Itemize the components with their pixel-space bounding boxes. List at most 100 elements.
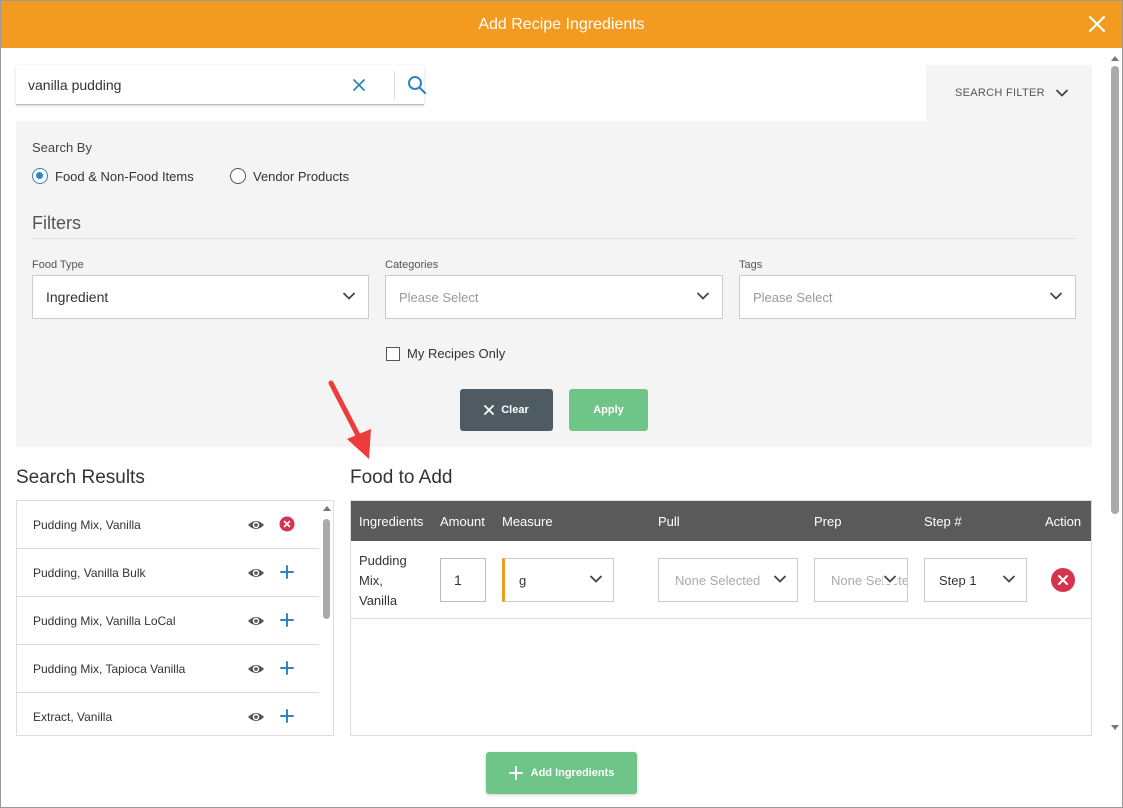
search-by-label: Search By <box>32 140 92 155</box>
categories-label: Categories <box>385 259 439 271</box>
list-item: Pudding Mix, Tapioca Vanilla <box>17 645 319 693</box>
table-header: Ingredients Amount Measure Pull Prep Ste… <box>351 501 1091 541</box>
plus-icon[interactable] <box>279 660 295 676</box>
tags-label: Tags <box>739 259 763 271</box>
dialog-header: Add Recipe Ingredients <box>1 1 1122 48</box>
measure-value: g <box>519 572 527 588</box>
search-box <box>16 65 427 105</box>
radio-selected-icon <box>32 168 48 184</box>
radio-label: Food & Non-Food Items <box>55 168 194 184</box>
result-name: Extract, Vanilla <box>33 709 113 724</box>
chevron-down-icon <box>883 574 897 584</box>
add-recipe-ingredients-dialog: Add Recipe Ingredients SEARCH FILTER Sea… <box>0 0 1123 808</box>
clear-search-icon[interactable] <box>351 77 367 93</box>
plus-icon[interactable] <box>279 612 295 628</box>
scroll-up-icon[interactable] <box>322 504 332 512</box>
chevron-down-icon <box>773 574 787 584</box>
amount-input[interactable] <box>440 558 486 602</box>
dialog-scrollbar-thumb[interactable] <box>1111 66 1119 514</box>
scroll-down-icon[interactable] <box>1108 723 1122 733</box>
clear-button[interactable]: Clear <box>460 389 553 431</box>
categories-placeholder: Please Select <box>399 289 479 305</box>
checkbox-box <box>386 346 400 361</box>
column-header: Ingredients <box>359 514 424 529</box>
ingredient-name: Pudding Mix, Vanilla <box>359 551 429 611</box>
chevron-down-icon <box>342 292 356 300</box>
eye-icon[interactable] <box>247 518 265 532</box>
radio-vendor-products[interactable]: Vendor Products <box>230 168 349 184</box>
clear-button-label: Clear <box>501 404 529 416</box>
list-item: Pudding Mix, Vanilla LoCal <box>17 597 319 645</box>
plus-icon[interactable] <box>279 708 295 724</box>
column-header: Prep <box>814 514 842 529</box>
categories-select[interactable]: Please Select <box>385 275 723 319</box>
list-item: Extract, Vanilla <box>17 693 319 735</box>
table-row: Pudding Mix, Vanilla g None Selected Non… <box>351 541 1091 619</box>
remove-circle-icon[interactable] <box>1051 568 1075 592</box>
step-value: Step 1 <box>939 572 977 588</box>
search-results-heading: Search Results <box>16 467 145 488</box>
add-ingredients-button[interactable]: Add Ingredients <box>486 752 637 794</box>
eye-icon[interactable] <box>247 662 265 676</box>
result-name: Pudding Mix, Vanilla <box>33 517 141 532</box>
chevron-down-icon <box>589 575 603 583</box>
close-icon <box>484 405 495 415</box>
result-name: Pudding Mix, Tapioca Vanilla <box>33 661 186 676</box>
radio-unselected-icon <box>230 168 246 184</box>
ingredient-name-line: Pudding <box>359 553 407 568</box>
food-to-add-table: Ingredients Amount Measure Pull Prep Ste… <box>350 500 1092 736</box>
column-header: Pull <box>658 514 680 529</box>
red-arrow-annotation-icon <box>328 380 371 459</box>
remove-circle-icon[interactable] <box>279 516 295 532</box>
dialog-scrollbar[interactable] <box>1108 53 1122 737</box>
tags-select[interactable]: Please Select <box>739 275 1076 319</box>
my-recipes-only-checkbox[interactable]: My Recipes Only <box>386 346 505 361</box>
ingredient-name-line: Mix, <box>359 573 383 588</box>
food-to-add-heading: Food to Add <box>350 467 453 488</box>
search-results-list: Pudding Mix, Vanilla Pudding, Vanilla Bu… <box>16 500 334 736</box>
dialog-title: Add Recipe Ingredients <box>478 15 645 33</box>
chevron-down-icon <box>696 292 710 300</box>
radio-label: Vendor Products <box>253 168 350 184</box>
close-icon[interactable] <box>1086 13 1108 35</box>
scroll-up-icon[interactable] <box>1108 53 1122 63</box>
pull-placeholder: None Selected <box>675 572 761 588</box>
step-select[interactable]: Step 1 <box>924 558 1027 602</box>
filters-heading: Filters <box>32 213 81 233</box>
measure-select[interactable]: g <box>502 558 614 602</box>
plus-icon <box>508 766 523 780</box>
food-type-select[interactable]: Ingredient <box>32 275 369 319</box>
radio-food-non-food[interactable]: Food & Non-Food Items <box>32 168 194 184</box>
food-type-value: Ingredient <box>46 289 109 305</box>
search-separator <box>394 71 395 99</box>
apply-button[interactable]: Apply <box>569 389 648 431</box>
search-filter-label: SEARCH FILTER <box>955 87 1045 99</box>
column-header: Amount <box>440 514 485 529</box>
eye-icon[interactable] <box>247 614 265 628</box>
filters-divider <box>32 238 1076 239</box>
search-filter-toggle[interactable]: SEARCH FILTER <box>926 65 1092 121</box>
eye-icon[interactable] <box>247 566 265 580</box>
prep-select[interactable]: None Selected <box>814 558 908 602</box>
column-header: Measure <box>502 514 553 529</box>
list-item: Pudding Mix, Vanilla <box>17 501 319 549</box>
add-ingredients-label: Add Ingredients <box>530 767 615 779</box>
eye-icon[interactable] <box>247 710 265 724</box>
chevron-down-icon <box>1055 89 1069 97</box>
tags-placeholder: Please Select <box>753 289 833 305</box>
results-scrollbar-thumb[interactable] <box>323 519 330 619</box>
search-input[interactable] <box>16 65 341 104</box>
my-recipes-only-label: My Recipes Only <box>407 346 506 361</box>
list-item: Pudding, Vanilla Bulk <box>17 549 319 597</box>
plus-icon[interactable] <box>279 564 295 580</box>
filter-panel: Search By Food & Non-Food Items Vendor P… <box>16 121 1092 447</box>
result-name: Pudding, Vanilla Bulk <box>33 565 146 580</box>
search-icon[interactable] <box>407 75 427 95</box>
column-header: Step # <box>924 514 962 529</box>
food-type-label: Food Type <box>32 259 84 271</box>
apply-button-label: Apply <box>593 404 624 416</box>
chevron-down-icon <box>1049 292 1063 300</box>
result-name: Pudding Mix, Vanilla LoCal <box>33 613 176 628</box>
pull-select[interactable]: None Selected <box>658 558 798 602</box>
column-header: Action <box>1045 514 1082 529</box>
